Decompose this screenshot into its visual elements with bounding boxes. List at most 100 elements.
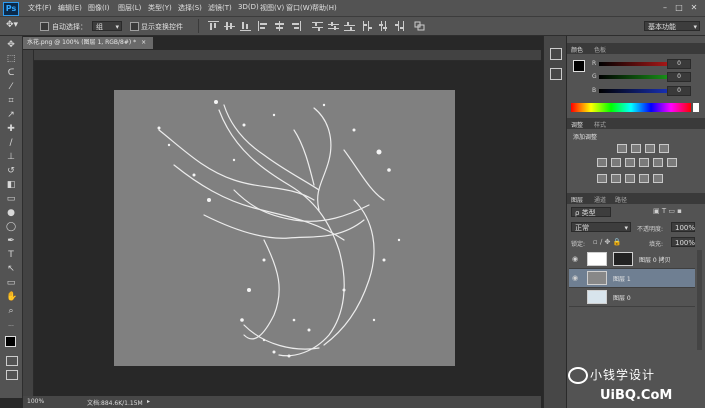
menu-filter[interactable]: 滤镜(T) <box>208 3 232 13</box>
threshold-icon[interactable] <box>625 174 635 183</box>
document-canvas[interactable] <box>114 90 455 366</box>
align-hcenter-icon[interactable] <box>274 21 285 31</box>
distribute-top-icon[interactable] <box>312 21 323 31</box>
distribute-hcenter-icon[interactable] <box>378 21 389 31</box>
green-value[interactable]: 0 <box>667 72 691 82</box>
workspace-dropdown[interactable]: 基本功能 ▾ <box>644 21 700 31</box>
align-top-icon[interactable] <box>208 21 219 31</box>
color-balance-icon[interactable] <box>625 158 635 167</box>
channel-mixer-icon[interactable] <box>667 158 677 167</box>
marquee-tool-icon[interactable]: ⬚ <box>6 54 16 64</box>
hand-tool-icon[interactable]: ✋ <box>6 292 17 302</box>
menu-type[interactable]: 类型(Y) <box>148 3 172 13</box>
layer-filter-dropdown[interactable]: ρ 类型 <box>571 207 611 217</box>
blend-mode-dropdown[interactable]: 正常 ▾ <box>571 222 631 232</box>
white-swatch[interactable] <box>693 103 699 112</box>
tab-color[interactable]: 颜色 <box>571 45 583 54</box>
color-spectrum-ramp[interactable] <box>571 103 691 112</box>
lock-icons[interactable]: ▫ ∕ ✥ 🔒 <box>593 238 621 246</box>
show-transform-checkbox[interactable] <box>130 22 139 31</box>
eyedropper-tool-icon[interactable]: ↗ <box>6 110 16 120</box>
close-icon[interactable]: × <box>141 39 146 46</box>
crop-tool-icon[interactable]: ⌗ <box>6 96 16 106</box>
distribute-vcenter-icon[interactable] <box>328 21 339 31</box>
menu-view[interactable]: 视图(V) <box>260 3 284 13</box>
screen-mode-icon[interactable] <box>6 370 18 380</box>
menu-select[interactable]: 选择(S) <box>178 3 202 13</box>
tab-adjustments[interactable]: 调整 <box>571 120 583 129</box>
vibrance-icon[interactable] <box>597 158 607 167</box>
zoom-tool-icon[interactable]: ⌕ <box>6 306 16 316</box>
align-left-icon[interactable] <box>258 21 269 31</box>
close-button[interactable]: ✕ <box>689 3 699 12</box>
menu-file[interactable]: 文件(F) <box>28 3 52 13</box>
filter-icons[interactable]: ▣ T ▭ ▪ <box>653 207 682 215</box>
blue-value[interactable]: 0 <box>667 86 691 96</box>
shape-tool-icon[interactable]: ▭ <box>6 278 16 288</box>
photo-filter-icon[interactable] <box>653 158 663 167</box>
minimize-button[interactable]: – <box>660 3 670 12</box>
hue-saturation-icon[interactable] <box>611 158 621 167</box>
more-tools-icon[interactable]: ··· <box>6 322 16 332</box>
gradient-tool-icon[interactable]: ▭ <box>6 194 16 204</box>
healing-brush-tool-icon[interactable]: ✚ <box>6 124 16 134</box>
path-selection-tool-icon[interactable]: ↖ <box>6 264 16 274</box>
auto-select-dropdown[interactable]: 组 ▾ <box>92 21 122 31</box>
auto-align-icon[interactable] <box>414 21 425 31</box>
tab-layers[interactable]: 图层 <box>571 195 583 204</box>
eraser-tool-icon[interactable]: ◧ <box>6 180 16 190</box>
brush-tool-icon[interactable]: ∕ <box>6 138 16 148</box>
history-brush-tool-icon[interactable]: ↺ <box>6 166 16 176</box>
black-white-icon[interactable] <box>639 158 649 167</box>
distribute-right-icon[interactable] <box>394 21 405 31</box>
levels-icon[interactable] <box>631 144 641 153</box>
zoom-level[interactable]: 100% <box>27 398 44 405</box>
menu-image[interactable]: 图像(I) <box>88 3 110 13</box>
align-right-icon[interactable] <box>290 21 301 31</box>
red-value[interactable]: 0 <box>667 59 691 69</box>
type-tool-icon[interactable]: T <box>6 250 16 260</box>
layer-row[interactable]: 图层 0 <box>569 288 695 307</box>
status-arrow-icon[interactable]: ▸ <box>147 398 150 405</box>
tab-swatches[interactable]: 色板 <box>594 45 606 54</box>
exposure-icon[interactable] <box>659 144 669 153</box>
menu-window[interactable]: 窗口(W) <box>286 3 312 13</box>
invert-icon[interactable] <box>597 174 607 183</box>
layers-scrollbar[interactable] <box>697 250 702 350</box>
info-panel-icon[interactable] <box>550 68 562 80</box>
selective-color-icon[interactable] <box>639 174 649 183</box>
posterize-icon[interactable] <box>611 174 621 183</box>
lasso-tool-icon[interactable]: ᑕ <box>6 68 16 78</box>
fill-input[interactable]: 100% <box>671 237 695 247</box>
layer-row-selected[interactable]: ◉ 图层 1 <box>569 269 695 288</box>
pen-tool-icon[interactable]: ✒ <box>6 236 16 246</box>
curves-icon[interactable] <box>645 144 655 153</box>
eye-icon[interactable]: ◉ <box>572 274 578 282</box>
foreground-color-swatch[interactable] <box>573 60 585 72</box>
history-panel-icon[interactable] <box>550 48 562 60</box>
quick-select-tool-icon[interactable]: ⁄ <box>6 82 16 92</box>
blur-tool-icon[interactable]: ● <box>6 208 16 218</box>
tab-styles[interactable]: 样式 <box>594 120 606 129</box>
align-vcenter-icon[interactable] <box>224 21 235 31</box>
move-tool-icon[interactable]: ✥ <box>6 40 16 50</box>
opacity-input[interactable]: 100% <box>671 222 695 232</box>
align-bottom-icon[interactable] <box>240 21 251 31</box>
clone-stamp-tool-icon[interactable]: ⊥ <box>6 152 16 162</box>
tab-paths[interactable]: 路径 <box>615 195 627 204</box>
distribute-left-icon[interactable] <box>362 21 373 31</box>
quick-mask-icon[interactable] <box>6 356 18 366</box>
menu-layer[interactable]: 图层(L) <box>118 3 141 13</box>
menu-3d[interactable]: 3D(D) <box>238 3 259 11</box>
auto-select-checkbox[interactable] <box>40 22 49 31</box>
layer-row[interactable]: ◉ 图层 0 拷贝 <box>569 250 695 269</box>
brightness-icon[interactable] <box>617 144 627 153</box>
foreground-color-swatch[interactable] <box>5 336 16 347</box>
move-tool-preset-icon[interactable]: ✥▾ <box>6 20 18 30</box>
distribute-bottom-icon[interactable] <box>344 21 355 31</box>
dodge-tool-icon[interactable]: ◯ <box>6 222 16 232</box>
maximize-button[interactable]: □ <box>674 3 684 12</box>
tab-channels[interactable]: 通道 <box>594 195 606 204</box>
eye-icon[interactable]: ◉ <box>572 255 578 263</box>
menu-edit[interactable]: 编辑(E) <box>58 3 82 13</box>
